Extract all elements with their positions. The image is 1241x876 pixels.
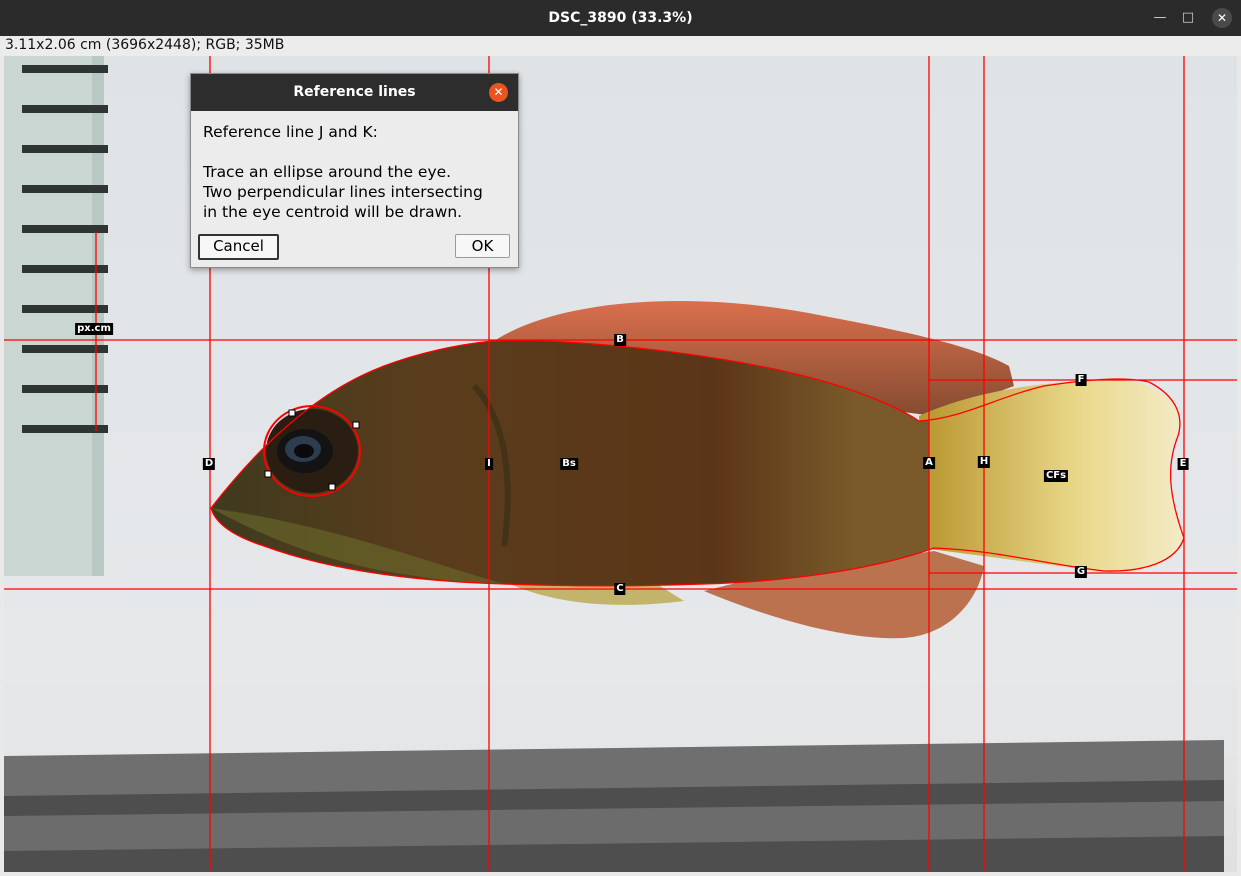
point-label-i: I <box>485 458 493 470</box>
point-label-a: A <box>923 457 935 469</box>
image-info-bar: 3.11x2.06 cm (3696x2448); RGB; 35MB <box>0 36 1241 56</box>
scale-label: px.cm <box>75 323 113 335</box>
point-label-cfs: CFs <box>1043 470 1069 482</box>
minimize-icon[interactable]: — <box>1150 8 1170 28</box>
dialog-line: Trace an ellipse around the eye. <box>203 163 452 181</box>
window-title: DSC_3890 (33.3%) <box>548 10 693 26</box>
window-close-icon[interactable]: ✕ <box>1212 8 1232 28</box>
dialog-line: in the eye centroid will be drawn. <box>203 203 463 221</box>
cancel-button[interactable]: Cancel <box>198 234 279 260</box>
image-canvas[interactable]: px.cm B C D I Bs A H CFs E F G <box>4 56 1237 872</box>
point-label-b: B <box>614 334 626 346</box>
point-label-c: C <box>614 583 626 595</box>
point-label-d: D <box>202 458 216 470</box>
photo-with-annotations <box>4 56 1237 872</box>
point-label-f: F <box>1075 374 1087 386</box>
dialog-close-icon[interactable]: ✕ <box>489 83 508 102</box>
ok-button[interactable]: OK <box>455 234 510 258</box>
point-label-bs: Bs <box>560 458 578 470</box>
dialog-line: Two perpendicular lines intersecting <box>203 183 483 201</box>
dialog-title: Reference lines <box>191 74 518 111</box>
window-titlebar: DSC_3890 (33.3%) — □ ✕ <box>0 0 1241 36</box>
image-info-text: 3.11x2.06 cm (3696x2448); RGB; 35MB <box>5 37 285 53</box>
dialog-message: Reference line J and K: Trace an ellipse… <box>203 122 513 222</box>
point-label-h: H <box>977 456 991 468</box>
point-label-g: G <box>1074 566 1088 578</box>
maximize-icon[interactable]: □ <box>1178 8 1198 28</box>
point-label-e: E <box>1177 458 1189 470</box>
reference-lines-dialog: Reference lines ✕ Reference line J and K… <box>190 73 519 268</box>
dialog-heading: Reference line J and K: <box>203 123 378 141</box>
